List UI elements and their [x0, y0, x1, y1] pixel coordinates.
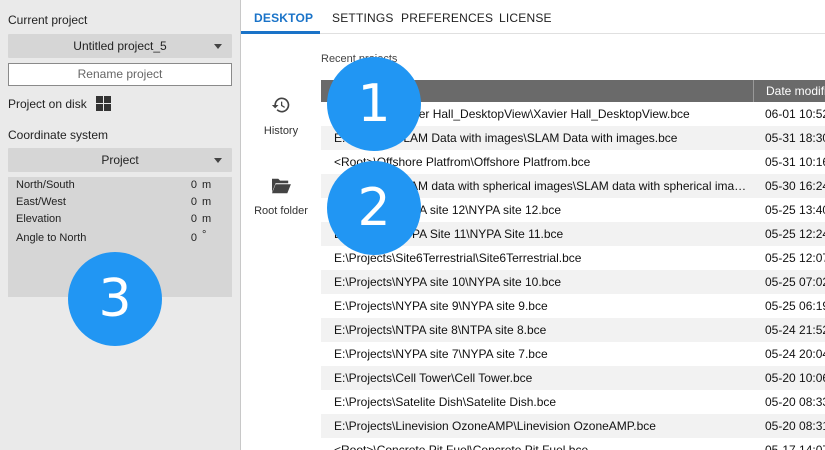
coord-name: East/West	[16, 196, 66, 208]
rename-project-button[interactable]: Rename project	[8, 63, 232, 86]
root-folder-label: Root folder	[254, 205, 308, 217]
callout-badge-2: 2	[327, 161, 421, 255]
history-icon	[271, 97, 290, 113]
project-on-disk-label: Project on disk	[8, 97, 87, 111]
table-row[interactable]: E:\Projects\NYPA site 10\NYPA site 10.bc…	[321, 270, 825, 294]
project-date: 05-24 20:04	[765, 347, 825, 361]
windows-icon[interactable]	[96, 96, 111, 111]
project-path: <Root>\Concrete Pit Fuel\Concrete Pit Fu…	[334, 443, 589, 450]
tab-settings[interactable]: SETTINGS	[332, 11, 394, 25]
coord-name: North/South	[16, 179, 75, 191]
table-row[interactable]: E:\Projects\NYPA site 9\NYPA site 9.bce 0…	[321, 294, 825, 318]
tab-preferences[interactable]: PREFERENCES	[401, 11, 493, 25]
coord-name: Elevation	[16, 213, 62, 225]
current-project-value: Untitled project_5	[73, 39, 167, 53]
table-row[interactable]: E:\Projects\NTPA site 8\NTPA site 8.bce 0…	[321, 318, 825, 342]
table-row[interactable]: E:\Projects\Site6Terrestrial\Site6Terres…	[321, 246, 825, 270]
desktop-sidenav: History Root folder	[241, 35, 321, 450]
coord-row-angle-to-north: Angle to North 0 °	[16, 229, 224, 248]
coord-row-elevation: Elevation 0 m	[16, 213, 224, 229]
active-tab-indicator	[241, 31, 320, 34]
project-path: E:\Projects\NYPA site 7\NYPA site 7.bce	[334, 347, 548, 361]
project-date: 05-30 16:24	[765, 179, 825, 193]
project-date: 05-24 21:52	[765, 323, 825, 337]
coord-value[interactable]: 0	[191, 232, 197, 244]
table-row[interactable]: E:\Projects\Satelite Dish\Satelite Dish.…	[321, 390, 825, 414]
tab-desktop[interactable]: DESKTOP	[254, 11, 313, 25]
callout-badge-1: 1	[327, 57, 421, 151]
project-date: 05-31 10:16	[765, 155, 825, 169]
coord-unit: °	[202, 229, 207, 241]
project-path: E:\Projects\Site6Terrestrial\Site6Terres…	[334, 251, 582, 265]
project-date: 05-17 14:07	[765, 443, 825, 450]
project-path: E:\Projects\NYPA site 9\NYPA site 9.bce	[334, 299, 548, 313]
root-folder-nav-item[interactable]: Root folder	[241, 177, 321, 217]
coord-value[interactable]: 0	[191, 179, 197, 191]
top-tab-bar: DESKTOP SETTINGS PREFERENCES LICENSE	[241, 0, 825, 34]
chevron-down-icon	[214, 44, 222, 49]
project-date: 05-20 08:31	[765, 419, 825, 433]
history-nav-item[interactable]: History	[241, 95, 321, 137]
coord-value[interactable]: 0	[191, 196, 197, 208]
coord-value[interactable]: 0	[191, 213, 197, 225]
coord-unit: m	[202, 179, 212, 191]
project-path: E:\Projects\Linevision OzoneAMP\Linevisi…	[334, 419, 656, 433]
chevron-down-icon	[214, 158, 222, 163]
coord-unit: m	[202, 196, 212, 208]
project-path: E:\Projects\Satelite Dish\Satelite Dish.…	[334, 395, 557, 409]
project-path: E:\Projects\NYPA site 10\NYPA site 10.bc…	[334, 275, 561, 289]
current-project-dropdown[interactable]: Untitled project_5	[8, 34, 232, 58]
coord-row-north-south: North/South 0 m	[16, 179, 224, 195]
table-row[interactable]: E:\Projects\Cell Tower\Cell Tower.bce 05-…	[321, 366, 825, 390]
project-date: 05-25 12:07	[765, 251, 825, 265]
project-date: 05-20 10:06	[765, 371, 825, 385]
coordinate-system-label: Coordinate system	[8, 128, 109, 142]
table-row[interactable]: <Root>\Concrete Pit Fuel\Concrete Pit Fu…	[321, 438, 825, 450]
table-row[interactable]: E:\Projects\Linevision OzoneAMP\Linevisi…	[321, 414, 825, 438]
project-date: 05-25 06:19	[765, 299, 825, 313]
project-path: E:\Projects\Cell Tower\Cell Tower.bce	[334, 371, 533, 385]
history-label: History	[263, 125, 299, 137]
project-panel: Current project Untitled project_5 Renam…	[0, 0, 241, 450]
project-date: 05-25 07:02	[765, 275, 825, 289]
table-row[interactable]: E:\Projects\NYPA site 7\NYPA site 7.bce 0…	[321, 342, 825, 366]
tab-license[interactable]: LICENSE	[499, 11, 552, 25]
coordinate-system-value: Project	[101, 153, 139, 167]
coord-row-east-west: East/West 0 m	[16, 196, 224, 212]
coord-unit: m	[202, 213, 212, 225]
folder-open-icon	[272, 178, 291, 194]
project-date: 05-20 08:33	[765, 395, 825, 409]
project-date: 05-25 13:40	[765, 203, 825, 217]
project-date: 06-01 10:52	[765, 107, 825, 121]
project-date: 05-31 18:30	[765, 131, 825, 145]
callout-badge-3: 3	[68, 252, 162, 346]
project-date: 05-25 12:24	[765, 227, 825, 241]
project-path: E:\Projects\NTPA site 8\NTPA site 8.bce	[334, 323, 547, 337]
date-modified-header[interactable]: Date modified	[753, 80, 825, 102]
coord-name: Angle to North	[16, 232, 87, 244]
current-project-label: Current project	[8, 13, 88, 27]
coordinate-system-dropdown[interactable]: Project	[8, 148, 232, 172]
